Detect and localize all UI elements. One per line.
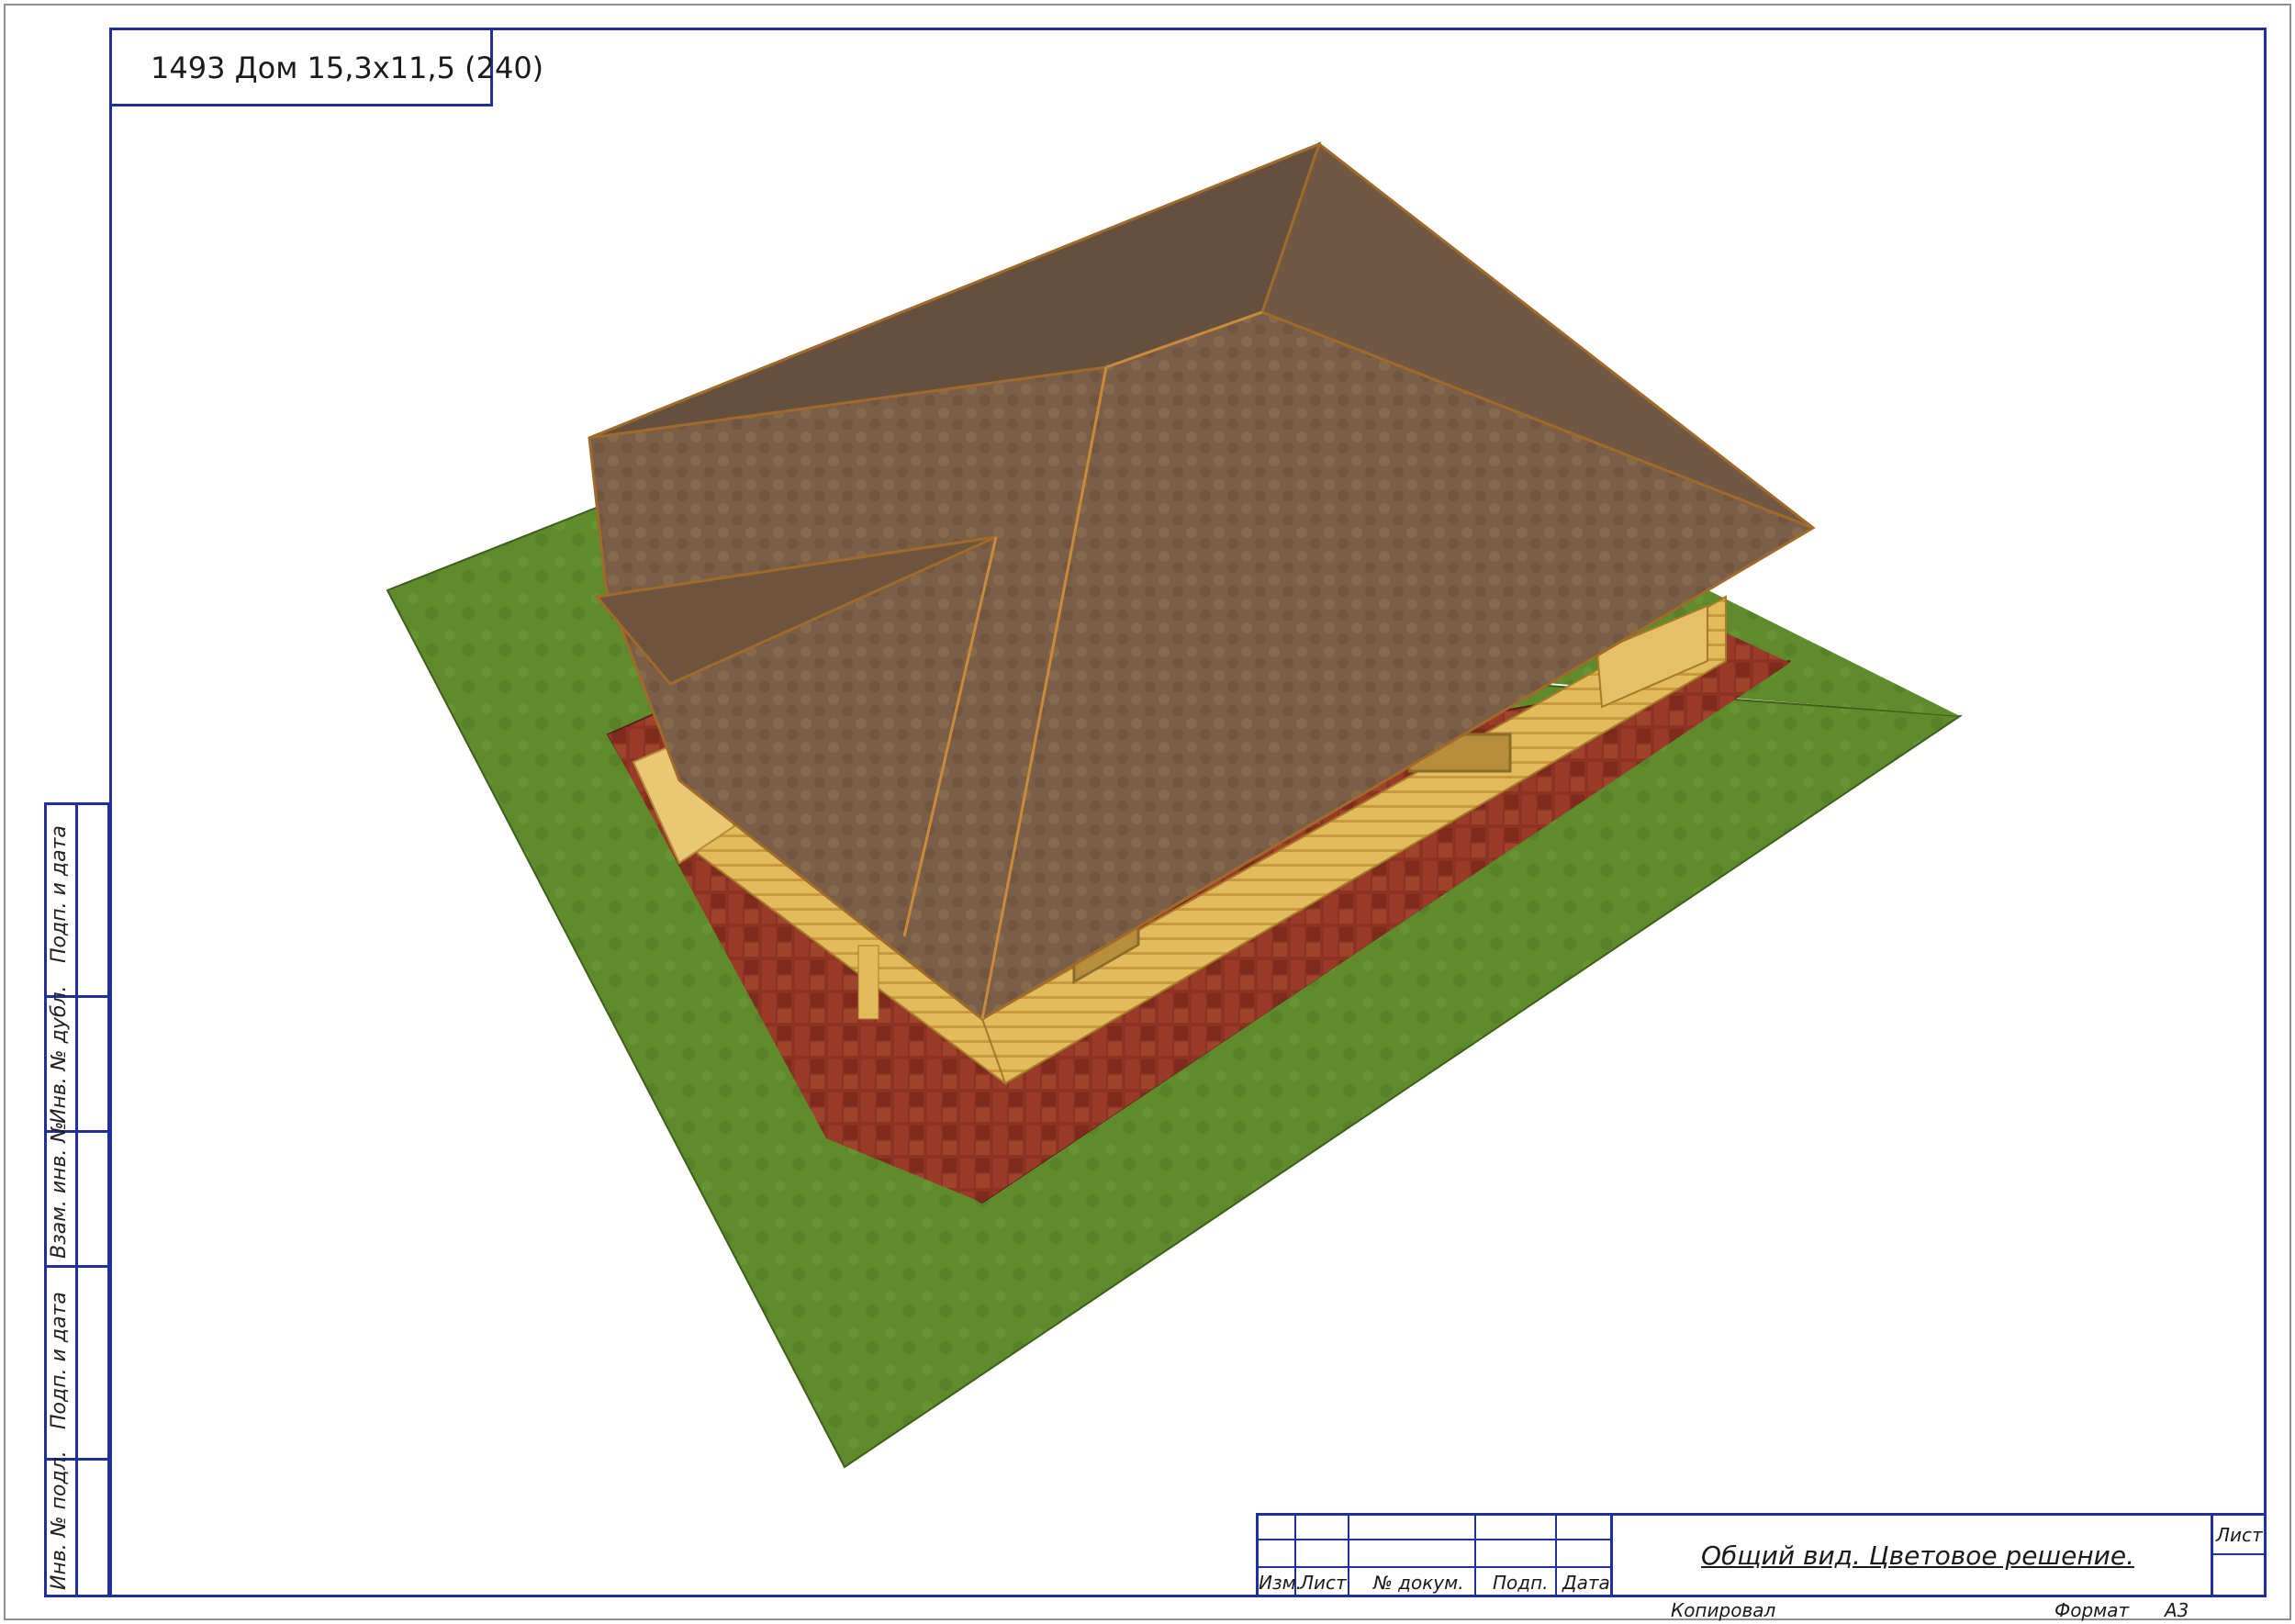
tb-hline <box>1256 1566 1610 1568</box>
col-change: Изм. <box>1259 1572 1303 1594</box>
porch-column <box>857 945 879 1020</box>
format-value: А3 <box>2165 1599 2189 1621</box>
col-date: Дата <box>1562 1572 1610 1594</box>
tb-vline <box>1610 1513 1613 1597</box>
tb-hline <box>1256 1539 1610 1540</box>
house-3d-render <box>386 141 1963 1469</box>
tb-vline <box>1555 1513 1557 1597</box>
tb-vline <box>1474 1513 1476 1597</box>
title-block: Изм. Лист № докум. Подп. Дата Общий вид.… <box>1256 1513 2267 1597</box>
tb-vline <box>2211 1513 2213 1597</box>
tb-vline <box>1348 1513 1349 1597</box>
col-sheet: Лист <box>1300 1572 1347 1594</box>
sheet-title: Общий вид. Цветовое решение. <box>1701 1540 2134 1571</box>
tb-hline <box>2211 1553 2267 1555</box>
copied-label: Копировал <box>1671 1599 1776 1621</box>
sheet-label: Лист <box>2216 1524 2263 1546</box>
col-doc-no: № докум. <box>1373 1572 1464 1594</box>
format-label: Формат <box>2054 1599 2130 1621</box>
col-sign: Подп. <box>1493 1572 1549 1594</box>
